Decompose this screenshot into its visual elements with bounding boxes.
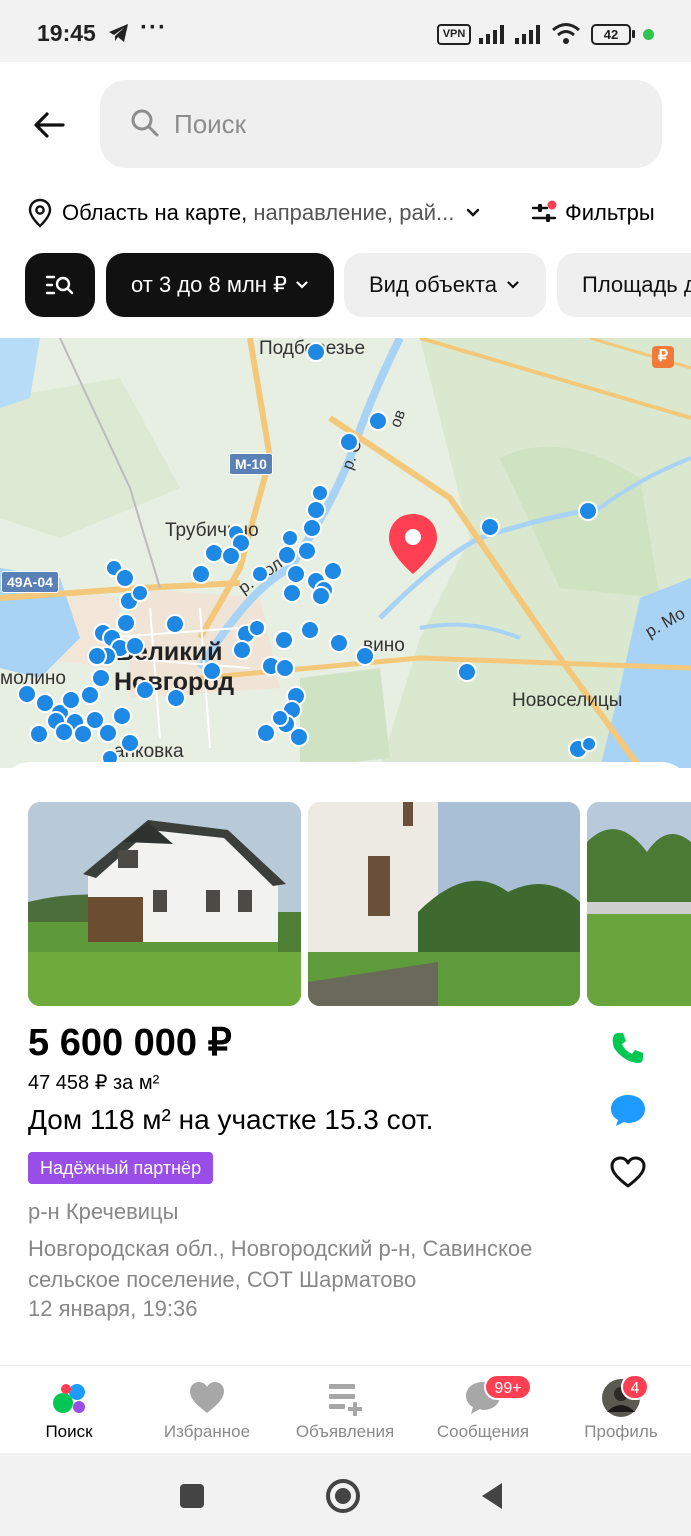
location-sub: направление, рай... (253, 200, 455, 225)
nav-favorites-label: Избранное (163, 1422, 251, 1441)
search-bar[interactable] (100, 80, 662, 168)
more-notifications-icon: ··· (140, 14, 167, 41)
recent-apps-icon[interactable] (178, 1482, 206, 1510)
phone-icon (612, 1033, 643, 1063)
listing-photo-2[interactable] (308, 802, 580, 1006)
signal-icon (479, 25, 504, 44)
chevron-down-icon (507, 281, 519, 289)
wifi-icon (552, 23, 580, 44)
chevron-down-icon (467, 208, 480, 217)
map-markers (17, 342, 598, 767)
object-type-label: Вид объекта (369, 272, 497, 297)
call-button[interactable] (604, 1024, 652, 1072)
profile-count-badge: 4 (621, 1374, 649, 1400)
home-icon[interactable] (324, 1477, 362, 1515)
nav-favorites[interactable]: Избранное (138, 1366, 276, 1454)
listing-district: р-н Кречевицы (28, 1199, 179, 1224)
status-bar: 19:45 ··· VPN 42 (0, 0, 691, 62)
search-icon (131, 109, 159, 137)
nav-profile-label: Профиль (584, 1422, 658, 1441)
filters-icon (531, 200, 557, 222)
listing-dot-group[interactable] (17, 342, 598, 767)
battery-tip (632, 30, 635, 38)
search-input[interactable] (172, 98, 632, 150)
list-search-icon (45, 275, 74, 295)
telegram-icon (109, 24, 128, 42)
object-type-chip[interactable]: Вид объекта (344, 253, 546, 317)
chat-icon (611, 1095, 645, 1126)
heart-outline-icon (610, 1156, 646, 1188)
listing-address: Новгородская обл., Новгородский р-н, Сав… (28, 1236, 533, 1292)
messages-count-badge: 99+ (484, 1374, 532, 1400)
message-button[interactable] (604, 1086, 652, 1134)
listing-date: 12 января, 19:36 (28, 1296, 198, 1321)
nav-search-label: Поиск (45, 1422, 93, 1441)
signal-icon-2 (515, 25, 540, 44)
price-filter-label: от 3 до 8 млн ₽ (131, 272, 288, 297)
heart-icon (190, 1382, 224, 1413)
location-pin-icon (28, 198, 52, 228)
listing-photo-1[interactable] (28, 802, 301, 1006)
area-filter-chip[interactable]: Площадь д (557, 253, 691, 317)
nav-messages[interactable]: Сообщения 99+ (414, 1366, 552, 1454)
battery-icon: 42 (591, 24, 631, 45)
location-selector[interactable]: Область на карте, направление, рай... (28, 196, 480, 230)
nav-profile[interactable]: Профиль 4 (552, 1366, 690, 1454)
vpn-icon: VPN (437, 24, 471, 45)
listing-price: 5 600 000 ₽ (28, 1022, 232, 1064)
filters-label: Фильтры (565, 200, 655, 225)
status-time: 19:45 (37, 20, 96, 46)
nav-listings[interactable]: Объявления (276, 1366, 414, 1454)
back-nav-icon[interactable] (478, 1480, 506, 1512)
system-navigation (0, 1453, 691, 1536)
chevron-down-icon (296, 281, 308, 289)
price-filter-chip[interactable]: от 3 до 8 млн ₽ (106, 253, 334, 317)
listing-price-per-m2: 47 458 ₽ за м² (28, 1072, 160, 1094)
active-indicator-dot (643, 29, 654, 40)
location-main: Область на карте, (62, 200, 248, 225)
list-view-button[interactable] (25, 253, 95, 317)
filters-button[interactable]: Фильтры (531, 196, 655, 230)
nav-messages-label: Сообщения (436, 1422, 530, 1441)
search-app-logo-icon (53, 1384, 85, 1413)
listing-title[interactable]: Дом 118 м² на участке 15.3 сот. (28, 1104, 433, 1136)
nav-listings-label: Объявления (295, 1422, 395, 1441)
nav-search[interactable]: Поиск (0, 1366, 138, 1454)
map-view[interactable]: Подберезье Трубичино Великий Новгород Но… (0, 338, 691, 768)
listings-add-icon (329, 1384, 362, 1416)
listing-photo-3[interactable] (587, 802, 691, 1006)
bottom-navigation: Поиск Избранное Объявления Сообщения 99+… (0, 1365, 691, 1453)
area-filter-label: Площадь д (582, 272, 691, 297)
arrow-left-icon (34, 112, 65, 138)
back-button[interactable] (22, 100, 76, 150)
listing-card[interactable]: 5 600 000 ₽ 47 458 ₽ за м² Дом 118 м² на… (0, 762, 691, 1372)
favorite-button[interactable] (604, 1148, 652, 1196)
selected-location-pin-icon[interactable] (387, 512, 439, 576)
trusted-partner-badge: Надёжный партнёр (28, 1152, 214, 1184)
